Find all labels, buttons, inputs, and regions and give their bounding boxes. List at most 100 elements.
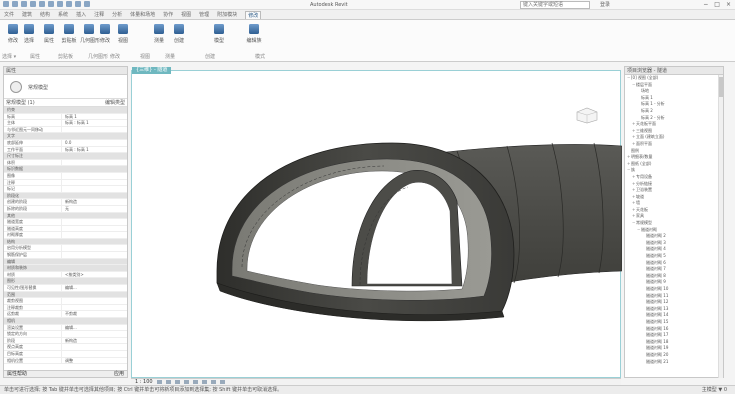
browser-item[interactable]: +专用设备 <box>625 174 723 181</box>
property-value[interactable]: 0.0 <box>62 140 127 146</box>
text-icon[interactable] <box>66 1 72 7</box>
property-row[interactable]: 注释裁剪 <box>4 304 127 312</box>
browser-item[interactable]: 隧道衬砌 4 <box>625 246 723 253</box>
browser-item[interactable]: 隧道衬砌 17 <box>625 332 723 339</box>
property-value[interactable]: 不剪裁 <box>62 311 127 317</box>
browser-item[interactable]: +墙 <box>625 200 723 207</box>
browser-item[interactable]: 标高 2 - 分析 <box>625 115 723 122</box>
tab-6[interactable]: 分析 <box>112 11 122 18</box>
sun-path-icon[interactable] <box>174 380 180 384</box>
property-value[interactable]: 标高 1 <box>62 114 127 120</box>
property-row[interactable]: 标记 <box>4 186 127 193</box>
property-row[interactable]: 工作平面 标高 : 标高 1 <box>4 146 127 154</box>
property-row[interactable]: 与邻近图元一同移动 <box>4 126 127 134</box>
filter-icon[interactable]: ▼ <box>718 387 722 393</box>
property-value[interactable]: 编辑... <box>62 325 127 331</box>
sign-in-link[interactable]: 登录 <box>600 1 610 8</box>
property-section[interactable]: 编辑 <box>4 258 127 266</box>
tab-3[interactable]: 系统 <box>58 11 68 18</box>
tab-12[interactable]: 修改 <box>245 10 262 19</box>
browser-item[interactable]: 标高 2 <box>625 108 723 115</box>
tab-0[interactable]: 文件 <box>4 11 14 18</box>
show-crop-icon[interactable] <box>201 380 207 384</box>
browser-item[interactable]: +天花板平面 <box>625 121 723 128</box>
property-value[interactable] <box>62 331 127 337</box>
property-value[interactable] <box>62 298 127 304</box>
browser-item[interactable]: −族 <box>625 167 723 174</box>
browser-item[interactable]: −[0] 视图 (全部) <box>625 75 723 82</box>
property-value[interactable] <box>62 305 127 311</box>
property-value[interactable]: 标高 : 标高 1 <box>62 147 127 153</box>
tab-9[interactable]: 视图 <box>181 11 191 18</box>
property-section[interactable]: 材质和装饰 <box>4 265 127 272</box>
ribbon-tool-1[interactable]: 选择 <box>20 23 38 53</box>
browser-item[interactable]: 隧道衬砌 3 <box>625 240 723 247</box>
property-value[interactable] <box>62 160 127 166</box>
property-section[interactable]: 图形 <box>4 278 127 286</box>
active-model[interactable]: 主模型 <box>702 387 717 393</box>
browser-item[interactable]: 隧道衬砌 21 <box>625 359 723 366</box>
section-icon[interactable] <box>84 1 90 7</box>
property-row[interactable]: 相机位置 调整 <box>4 357 127 365</box>
minimize-button[interactable]: − <box>703 1 708 8</box>
property-row[interactable]: 注释 <box>4 179 127 187</box>
property-row[interactable]: 衬砌厚度 <box>4 232 127 239</box>
browser-item[interactable]: +分析链接 <box>625 181 723 188</box>
property-value[interactable]: 新构造 <box>62 199 127 205</box>
open-icon[interactable] <box>12 1 18 7</box>
property-section[interactable]: 其他 <box>4 212 127 220</box>
browser-item[interactable]: −常规模型 <box>625 220 723 227</box>
property-value[interactable] <box>62 127 127 133</box>
browser-item[interactable]: 隧道衬砌 19 <box>625 345 723 352</box>
browser-item[interactable]: 隧道衬砌 20 <box>625 352 723 359</box>
property-section[interactable]: 相机 <box>4 318 127 325</box>
property-value[interactable] <box>62 173 127 179</box>
browser-item[interactable]: +卫浴装置 <box>625 187 723 194</box>
property-section[interactable]: 文字 <box>4 133 127 140</box>
browser-item[interactable]: 隧道衬砌 12 <box>625 299 723 306</box>
visual-style-icon[interactable] <box>165 380 171 384</box>
properties-help-link[interactable]: 属性帮助 <box>7 371 27 377</box>
browser-item[interactable]: 隧道衬砌 11 <box>625 293 723 300</box>
browser-item[interactable]: +三维视图 <box>625 128 723 135</box>
property-value[interactable]: 编辑... <box>62 285 127 291</box>
property-row[interactable]: 图像 <box>4 172 127 180</box>
tab-4[interactable]: 插入 <box>76 11 86 18</box>
property-value[interactable] <box>62 344 127 350</box>
property-value[interactable] <box>62 252 127 258</box>
property-row[interactable]: 创建的阶段 新构造 <box>4 199 127 206</box>
browser-item[interactable]: 隧道衬砌 15 <box>625 319 723 326</box>
ribbon-tool-3[interactable]: 剪贴板 <box>60 23 78 53</box>
property-row[interactable]: 锁定的方向 <box>4 331 127 338</box>
tab-10[interactable]: 管理 <box>199 11 209 18</box>
view-cube[interactable] <box>573 106 599 124</box>
property-section[interactable]: 阶段化 <box>4 192 127 200</box>
tab-2[interactable]: 结构 <box>40 11 50 18</box>
property-section[interactable]: 范围 <box>4 291 127 299</box>
property-section[interactable]: 结构 <box>4 238 127 246</box>
property-row[interactable]: 目标高度 <box>4 350 127 358</box>
3d-viewport[interactable]: {三维} - 隧道 <box>131 67 622 378</box>
property-row[interactable]: 标高 标高 1 <box>4 113 127 121</box>
property-row[interactable]: 钢筋保护层 <box>4 252 127 259</box>
3d-view-icon[interactable] <box>75 1 81 7</box>
browser-item[interactable]: +立面 (建筑立面) <box>625 134 723 141</box>
redo-icon[interactable] <box>39 1 45 7</box>
browser-item[interactable]: 隧道衬砌 5 <box>625 253 723 260</box>
property-value[interactable]: 新构造 <box>62 338 127 344</box>
app-menu-icon[interactable] <box>3 1 9 7</box>
property-row[interactable]: 隧道宽度 <box>4 219 127 226</box>
maximize-button[interactable]: □ <box>714 1 720 8</box>
property-row[interactable]: 拆除的阶段无 <box>4 205 127 213</box>
browser-item[interactable]: 隧道衬砌 16 <box>625 326 723 333</box>
browser-item[interactable]: +天花板 <box>625 207 723 214</box>
browser-item[interactable]: +明细表/数量 <box>625 154 723 161</box>
browser-item[interactable]: +坡道 <box>625 194 723 201</box>
lock-view-icon[interactable] <box>210 380 216 384</box>
property-section[interactable]: 约束 <box>4 107 127 114</box>
close-button[interactable]: × <box>726 1 731 8</box>
property-value[interactable] <box>62 186 127 192</box>
browser-item[interactable]: +图纸 (全部) <box>625 161 723 168</box>
browser-item[interactable]: 标高 1 - 分析 <box>625 101 723 108</box>
property-value[interactable] <box>62 245 127 251</box>
